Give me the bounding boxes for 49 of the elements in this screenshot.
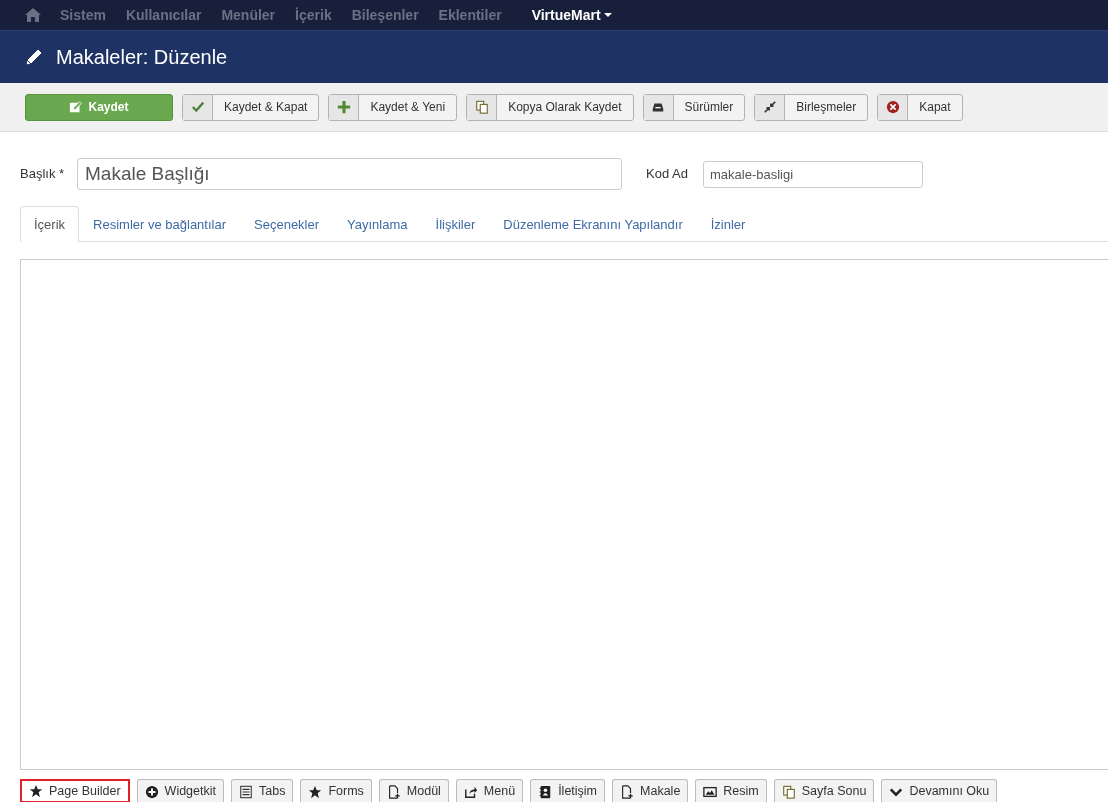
editor-button[interactable]: Widgetkit bbox=[136, 779, 224, 802]
tab[interactable]: Yayınlama bbox=[333, 206, 422, 242]
tab[interactable]: İlişkiler bbox=[421, 206, 490, 242]
copy-icon bbox=[781, 784, 796, 799]
contract-icon bbox=[762, 100, 777, 114]
file-add-icon bbox=[386, 784, 401, 799]
menu-dropdown[interactable]: VirtueMart bbox=[521, 4, 622, 26]
editor-button[interactable]: Sayfa Sonu bbox=[773, 779, 875, 802]
field-label: Başlık * bbox=[20, 165, 66, 184]
contact-card-icon bbox=[538, 784, 553, 799]
editor-button[interactable]: Devamını Oku bbox=[881, 779, 998, 802]
toolbar-button[interactable]: Kapat bbox=[877, 93, 963, 121]
list-icon bbox=[239, 784, 253, 799]
tab[interactable]: İzinler bbox=[696, 206, 760, 242]
tab[interactable]: Resimler ve bağlantılar bbox=[79, 206, 240, 242]
editor-button[interactable]: İletişim bbox=[530, 779, 606, 802]
editor-button[interactable]: Page Builder bbox=[20, 779, 130, 802]
editor-button[interactable]: Makale bbox=[612, 779, 689, 802]
tab[interactable]: Seçenekler bbox=[240, 206, 334, 242]
star-icon bbox=[308, 784, 323, 799]
toolbar-button[interactable]: Kaydet & Kapat bbox=[182, 93, 320, 121]
toolbar-button[interactable]: Sürümler bbox=[642, 93, 746, 121]
caret-icon bbox=[603, 13, 612, 17]
editor-area[interactable] bbox=[20, 259, 1108, 770]
file-add-icon bbox=[620, 784, 635, 799]
home-icon bbox=[24, 7, 42, 23]
editor-button[interactable]: Resim bbox=[695, 779, 767, 802]
close-icon bbox=[885, 100, 900, 114]
editor-button[interactable]: Forms bbox=[300, 779, 372, 802]
toolbar-button[interactable]: Birleşmeler bbox=[754, 93, 869, 121]
tab[interactable]: Düzenleme Ekranını Yapılandır bbox=[489, 206, 697, 242]
alias-field[interactable]: makale-basligi bbox=[703, 160, 923, 188]
editor-button[interactable]: Modül bbox=[378, 779, 449, 802]
copy-icon bbox=[474, 100, 489, 114]
edit-icon bbox=[69, 100, 84, 114]
tab[interactable]: İçerik bbox=[20, 206, 80, 242]
star-icon bbox=[29, 784, 43, 798]
pencil-icon bbox=[24, 47, 44, 67]
toolbar-button[interactable]: Kopya Olarak Kaydet bbox=[466, 93, 634, 121]
page-title: Makaleler: Düzenle bbox=[56, 45, 228, 69]
plus-icon bbox=[336, 100, 351, 114]
plus-circle-icon bbox=[144, 784, 159, 799]
field-label: Kod Ad bbox=[646, 165, 689, 184]
picture-icon bbox=[703, 784, 718, 799]
toolbar-button[interactable]: Kaydet & Yeni bbox=[328, 93, 458, 121]
editor-button[interactable]: Tabs bbox=[231, 779, 294, 802]
check-icon bbox=[190, 100, 205, 114]
title-field[interactable]: Makale Başlığı bbox=[77, 158, 622, 190]
editor-button[interactable]: Menü bbox=[455, 779, 524, 802]
